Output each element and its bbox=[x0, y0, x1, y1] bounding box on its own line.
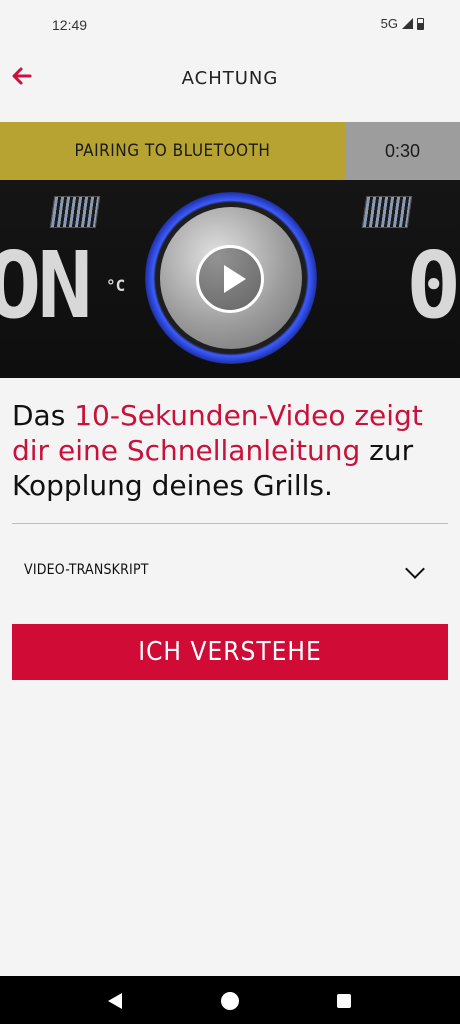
video-duration: 0:30 bbox=[345, 122, 460, 180]
status-indicators: 5G bbox=[381, 16, 424, 31]
display-readout-left: ON bbox=[0, 232, 93, 339]
network-label: 5G bbox=[380, 16, 398, 31]
page-title: ACHTUNG bbox=[181, 68, 279, 89]
confirm-button[interactable]: ICH VERSTEHE bbox=[12, 624, 448, 680]
video-player[interactable]: PAIRING TO BLUETOOTH 0:30 ON °C 0 bbox=[0, 122, 460, 378]
system-nav-bar bbox=[0, 976, 460, 1024]
signal-icon bbox=[402, 18, 413, 29]
nav-back-icon[interactable] bbox=[108, 993, 122, 1009]
nav-home-icon[interactable] bbox=[221, 992, 239, 1010]
status-time: 12:49 bbox=[52, 17, 88, 33]
video-banner: PAIRING TO BLUETOOTH 0:30 bbox=[0, 122, 460, 180]
display-unit: °C bbox=[106, 276, 126, 295]
video-transcript-toggle[interactable]: VIDEO-TRANSKRIPT bbox=[12, 548, 448, 594]
display-indicator-left bbox=[49, 196, 101, 228]
display-indicator-right bbox=[361, 196, 413, 228]
app-header: ACHTUNG bbox=[0, 48, 460, 114]
divider bbox=[12, 523, 448, 524]
display-readout-right: 0 bbox=[406, 232, 460, 339]
video-banner-title: PAIRING TO BLUETOOTH bbox=[0, 122, 345, 180]
nav-recents-icon[interactable] bbox=[337, 994, 351, 1008]
status-bar: 12:49 5G bbox=[0, 0, 460, 48]
message-text: Das bbox=[12, 399, 75, 432]
info-message: Das 10-Sekunden-Video zeigt dir eine Sch… bbox=[12, 398, 448, 503]
chevron-down-icon bbox=[405, 559, 425, 579]
battery-icon bbox=[417, 17, 424, 30]
play-icon[interactable] bbox=[196, 245, 264, 313]
video-transcript-label: VIDEO-TRANSKRIPT bbox=[24, 562, 149, 578]
